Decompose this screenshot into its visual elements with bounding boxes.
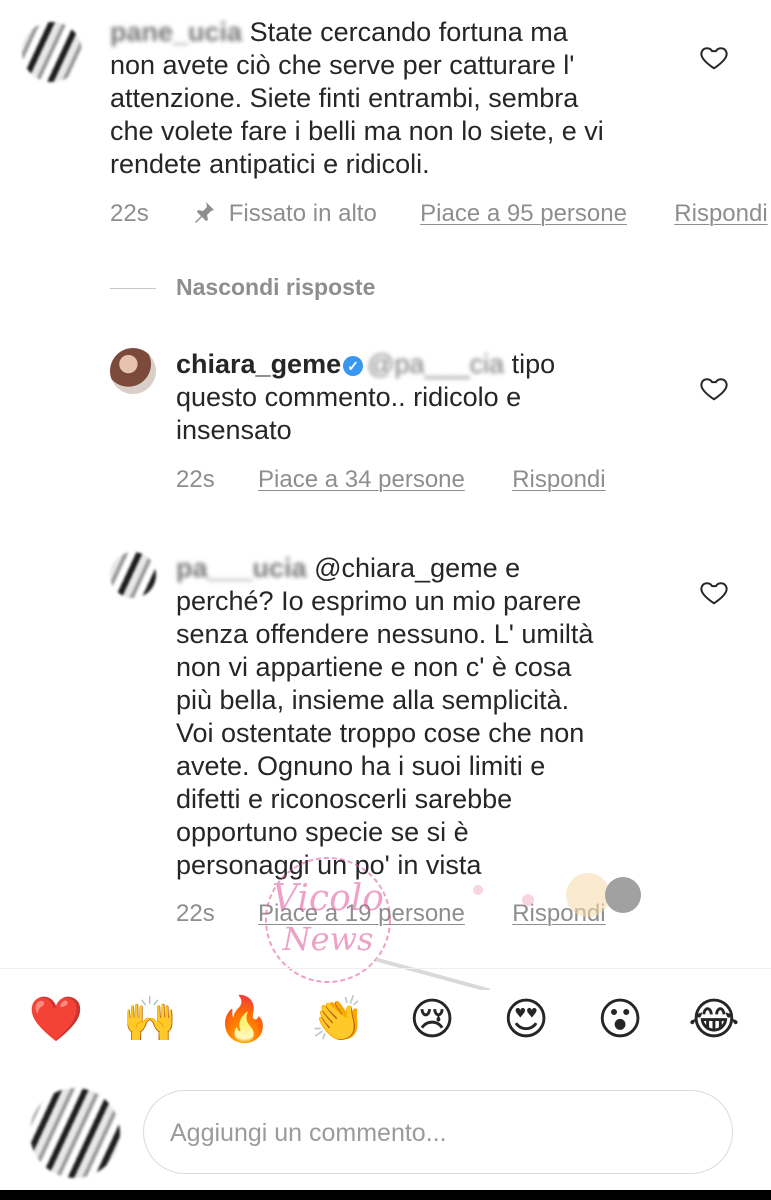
- comment-composer[interactable]: [143, 1090, 733, 1175]
- bottom-edge: [0, 1190, 771, 1200]
- comment-text-line: non avete ciò che serve per catturare l': [110, 50, 575, 80]
- reply-text-line: insensato: [176, 415, 292, 445]
- like-heart-icon[interactable]: [699, 42, 729, 72]
- reply-button[interactable]: Rispondi: [512, 466, 605, 493]
- pin-icon: [195, 202, 215, 223]
- reply-text-line: senza offendere nessuno. L' umiltà: [176, 619, 594, 649]
- like-heart-icon[interactable]: [699, 577, 729, 607]
- like-heart-icon[interactable]: [699, 373, 729, 403]
- reply-mention[interactable]: @chiara_geme: [314, 553, 498, 583]
- emoji-laughing-tears-icon[interactable]: 😂: [684, 990, 744, 1050]
- reply-mention[interactable]: @pa___cia: [367, 349, 504, 379]
- reply-button[interactable]: Rispondi: [512, 900, 605, 927]
- reply-time: 22s: [176, 900, 215, 927]
- comment-text-line: attenzione. Siete finti entrambi, sembra: [110, 83, 579, 113]
- reply-meta-row: 22s Piace a 34 persone Rispondi: [176, 466, 606, 494]
- reply-text-line: personaggi un po' in vista: [176, 850, 482, 880]
- comment-input[interactable]: [168, 1091, 712, 1175]
- emoji-heart-eyes-icon[interactable]: 😍: [496, 990, 556, 1050]
- emoji-fire-icon[interactable]: 🔥: [214, 990, 274, 1050]
- likes-count-link[interactable]: Piace a 34 persone: [258, 466, 465, 493]
- emoji-quick-bar: ❤️ 🙌 🔥 👏 😢 😍 😮 😂: [0, 990, 771, 1060]
- current-user-avatar: [30, 1088, 120, 1178]
- reply-author-avatar[interactable]: [110, 348, 156, 394]
- reply-text-line: difetti e riconoscerli sarebbe: [176, 784, 513, 814]
- likes-count-link[interactable]: Piace a 95 persone: [420, 200, 627, 227]
- reply-text-line: tipo: [511, 349, 556, 379]
- reply-button[interactable]: Rispondi: [674, 200, 767, 227]
- reply-username[interactable]: pa___ucia: [176, 553, 307, 583]
- comment-time: 22s: [110, 200, 149, 227]
- emoji-bar-separator: [0, 968, 771, 969]
- reply-meta-row: 22s Piace a 19 persone Rispondi: [176, 900, 606, 928]
- reply-author-avatar[interactable]: [110, 552, 156, 598]
- reply-text-line: opportuno specie se si è: [176, 817, 469, 847]
- emoji-raised-hands-icon[interactable]: 🙌: [120, 990, 180, 1050]
- verified-badge-icon: ✓: [343, 356, 364, 376]
- reply-time: 22s: [176, 466, 215, 493]
- comment-text-line: che volete fare i belli ma non lo siete,…: [110, 116, 604, 146]
- reply-body: chiara_geme ✓ @pa___cia tipo questo commen…: [176, 348, 676, 447]
- emoji-crying-icon[interactable]: 😢: [402, 990, 462, 1050]
- reply-text-line: più bella, insieme alla semplicità.: [176, 685, 570, 715]
- comment-author-avatar[interactable]: [22, 22, 82, 82]
- comment-username[interactable]: pane_ucia: [110, 17, 242, 47]
- reply-body: pa___ucia @chiara_geme e perché? Io espr…: [176, 552, 676, 882]
- comment-text-line: rendete antipatici e ridicoli.: [110, 149, 430, 179]
- emoji-surprised-icon[interactable]: 😮: [590, 990, 650, 1050]
- emoji-clapping-icon[interactable]: 👏: [308, 990, 368, 1050]
- hide-replies-button[interactable]: Nascondi risposte: [176, 274, 375, 301]
- pinned-label: Fissato in alto: [228, 200, 377, 227]
- reply-text-line: avete. Ognuno ha i suoi limiti e: [176, 751, 546, 781]
- comment-text-line: State cercando fortuna ma: [249, 17, 568, 47]
- reply-username[interactable]: chiara_geme: [176, 349, 341, 379]
- likes-count-link[interactable]: Piace a 19 persone: [258, 900, 465, 927]
- reply-text-line: questo commento.. ridicolo e: [176, 382, 522, 412]
- comment-meta-row: 22s Fissato in alto Piace a 95 persone R…: [110, 200, 768, 228]
- reply-text-line: non vi appartiene e non c' è cosa: [176, 652, 572, 682]
- reply-text-line: perché? Io esprimo un mio parere: [176, 586, 582, 616]
- replies-divider: [110, 288, 156, 289]
- emoji-heart-icon[interactable]: ❤️: [26, 990, 86, 1050]
- comment-body: pane_ucia State cercando fortuna ma non …: [110, 16, 670, 181]
- reply-text-line: e: [505, 553, 521, 583]
- reply-text-line: Voi ostentate troppo cose che non: [176, 718, 585, 748]
